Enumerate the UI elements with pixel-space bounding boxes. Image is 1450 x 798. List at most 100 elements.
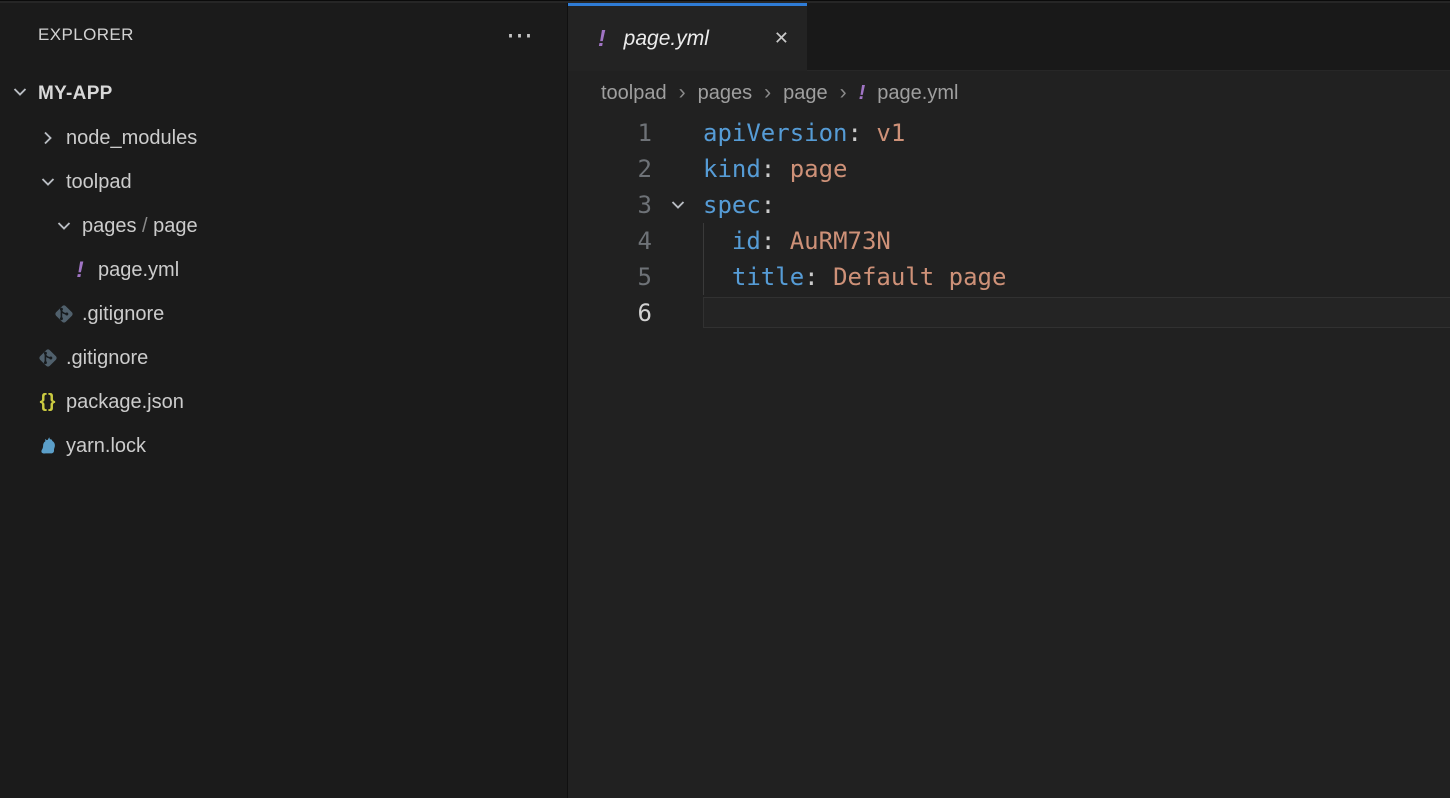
code-line-2[interactable]: 2 kind: page — [568, 151, 1450, 187]
tree-item-label: .gitignore — [66, 347, 148, 370]
icon-slot — [36, 128, 60, 148]
fold-column — [652, 151, 703, 187]
token-punct: : — [761, 191, 775, 219]
token-key: apiVersion — [703, 119, 848, 147]
tree-file-gitignore[interactable]: .gitignore — [0, 336, 567, 380]
file-tree: node_modulestoolpad pages / page !page.yml… — [0, 116, 567, 468]
chevron-right-icon — [38, 128, 58, 148]
chevron-down-icon — [10, 82, 30, 107]
token-plain — [703, 227, 732, 255]
icon-slot — [36, 172, 60, 192]
tree-folder-node-modules[interactable]: node_modules — [0, 116, 567, 160]
tabbar-divider — [807, 70, 1450, 71]
tree-file-gitignore[interactable]: .gitignore — [0, 292, 567, 336]
breadcrumb-item-file[interactable]: page.yml — [877, 82, 958, 105]
code-line-content: apiVersion: v1 — [703, 115, 1450, 151]
token-plain — [703, 263, 732, 291]
breadcrumb-item-pages[interactable]: pages — [698, 82, 753, 105]
tab-label: page.yml — [624, 27, 709, 51]
token-val: Default page — [833, 263, 1006, 291]
tree-item-label: node_modules — [66, 127, 197, 150]
breadcrumb-separator-icon: › — [764, 81, 771, 105]
icon-slot: ! — [68, 257, 92, 283]
yaml-icon: ! — [598, 25, 606, 52]
token-plain — [775, 155, 789, 183]
tree-item-label: toolpad — [66, 171, 132, 194]
fold-column — [652, 259, 703, 295]
icon-slot — [52, 216, 76, 236]
line-number: 6 — [568, 295, 652, 331]
chevron-down-icon — [668, 195, 688, 215]
code-line-3[interactable]: 3 spec: — [568, 187, 1450, 223]
token-punct: : — [848, 119, 862, 147]
chevron-down-icon — [54, 216, 74, 236]
fold-column[interactable] — [652, 187, 703, 223]
explorer-sidebar: EXPLORER ⋯ MY-APP node_modulestoolpad pag… — [0, 3, 568, 798]
token-val: page — [790, 155, 848, 183]
fold-column — [652, 295, 703, 331]
tree-item-label: yarn.lock — [66, 435, 146, 458]
token-punct: : — [804, 263, 818, 291]
code-line-content: spec: — [703, 187, 1450, 223]
breadcrumb: toolpad › pages › page ›! page.yml — [568, 71, 1450, 115]
code-editor[interactable]: 1apiVersion: v12kind: page3spec:4 id: Au… — [568, 115, 1450, 331]
token-punct: : — [761, 155, 775, 183]
tree-file-page-yml[interactable]: !page.yml — [0, 248, 567, 292]
breadcrumb-item-toolpad[interactable]: toolpad — [601, 82, 667, 105]
tab-bar: ! page.yml ✕ — [568, 3, 1450, 71]
editor-group: ! page.yml ✕ toolpad › pages › page ›! page.ym… — [568, 3, 1450, 798]
icon-slot — [52, 302, 76, 326]
code-line-content: title: Default page — [703, 259, 1450, 295]
icon-slot: {} — [36, 391, 60, 413]
workbench: EXPLORER ⋯ MY-APP node_modulestoolpadpag… — [0, 3, 1450, 798]
icon-slot — [36, 434, 60, 458]
yaml-icon: ! — [859, 82, 866, 105]
breadcrumb-item-page[interactable]: page — [783, 82, 828, 105]
tree-root-my-app[interactable]: MY-APP — [0, 77, 567, 111]
tree-item-label: .gitignore — [82, 303, 164, 326]
tree-folder-toolpad[interactable]: toolpad — [0, 160, 567, 204]
token-key: id — [732, 227, 761, 255]
fold-column — [652, 115, 703, 151]
fold-column — [652, 223, 703, 259]
path-separator: / — [137, 215, 154, 237]
more-actions-icon[interactable]: ⋯ — [506, 22, 535, 49]
vscode-window: EXPLORER ⋯ MY-APP node_modulestoolpadpag… — [0, 0, 1450, 798]
token-val: v1 — [876, 119, 905, 147]
close-icon[interactable]: ✕ — [774, 28, 789, 49]
tree-file-package-json[interactable]: {} package.json — [0, 380, 567, 424]
explorer-title: EXPLORER — [38, 25, 134, 45]
git-icon — [36, 346, 60, 370]
tree-item-label: pages / page — [82, 215, 198, 238]
code-line-1[interactable]: 1 apiVersion: v1 — [568, 115, 1450, 151]
token-key: kind — [703, 155, 761, 183]
line-number: 4 — [568, 223, 652, 259]
breadcrumb-separator-icon: › — [840, 81, 847, 105]
line-number: 5 — [568, 259, 652, 295]
line-number: 2 — [568, 151, 652, 187]
code-line-content — [703, 295, 1450, 331]
code-line-5[interactable]: 5 title: Default page — [568, 259, 1450, 295]
tab-page-yml[interactable]: ! page.yml ✕ — [568, 3, 807, 71]
token-plain — [819, 263, 833, 291]
token-punct: : — [761, 227, 775, 255]
yarn-icon — [36, 434, 60, 458]
icon-slot — [36, 346, 60, 370]
code-line-4[interactable]: 4 id: AuRM73N — [568, 223, 1450, 259]
breadcrumb-separator-icon: › — [679, 81, 686, 105]
chevron-down-icon — [38, 172, 58, 192]
json-icon: {} — [40, 391, 57, 413]
explorer-header: EXPLORER ⋯ — [0, 3, 567, 67]
git-icon — [52, 302, 76, 326]
tree-file-yarn-lock[interactable]: yarn.lock — [0, 424, 567, 468]
token-key: spec — [703, 191, 761, 219]
line-number: 1 — [568, 115, 652, 151]
chevron-down-icon — [10, 82, 30, 102]
tree-folder-pages-page[interactable]: pages / page — [0, 204, 567, 248]
token-plain — [775, 227, 789, 255]
tree-root-label: MY-APP — [38, 83, 113, 105]
line-number: 3 — [568, 187, 652, 223]
code-line-6[interactable]: 6 — [568, 295, 1450, 331]
tree-item-label: package.json — [66, 391, 184, 414]
yaml-icon: ! — [76, 257, 83, 283]
